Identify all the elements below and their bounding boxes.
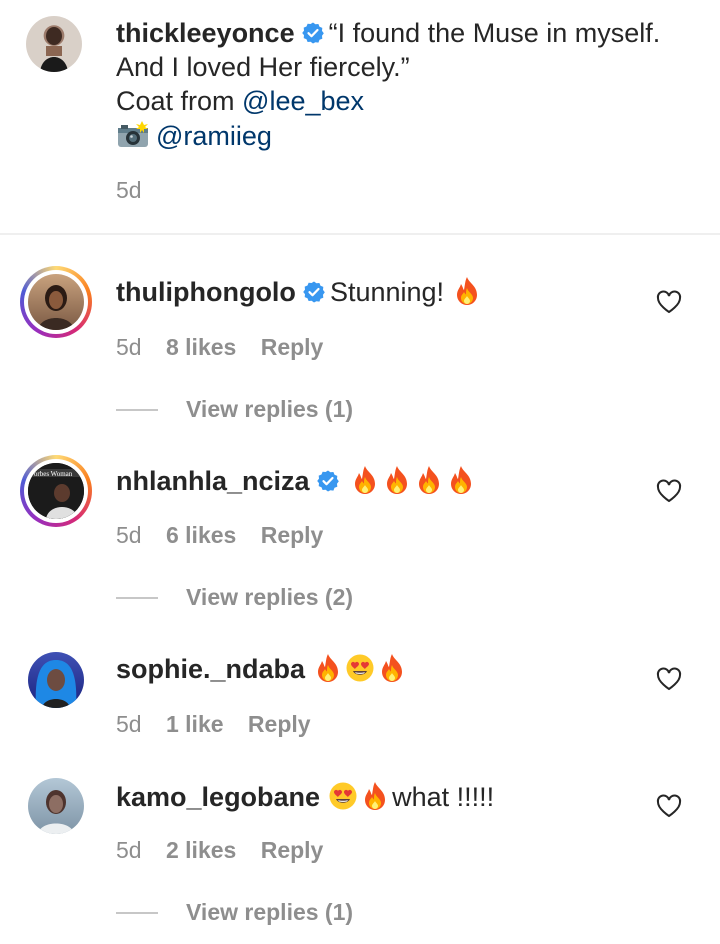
comment-time: 5d [116,334,142,360]
divider [0,233,720,235]
comment-likes[interactable]: 6 likes [166,522,236,548]
comment-text: Stunning! [329,277,452,307]
comment-likes[interactable]: 8 likes [166,334,236,360]
comment-username[interactable]: sophie._ndaba [116,654,305,684]
comment-avatar[interactable] [28,652,84,708]
comment-time: 5d [116,837,142,863]
comment-meta: 5d 2 likes Reply [116,837,323,864]
comment-likes[interactable]: 2 likes [166,837,236,863]
like-heart-icon[interactable] [656,290,682,314]
avatar-photo-icon [38,285,74,330]
comment-avatar-story-ring[interactable] [20,266,92,338]
replies-divider [116,409,158,411]
fire-emoji-icon [446,465,476,495]
caption-username[interactable]: thickleeyonce [116,18,295,48]
caption-line-3: Coat from @lee_bex [116,86,364,117]
verified-badge-icon [301,21,325,45]
fire-emoji-icon [360,781,390,811]
comment-username[interactable]: kamo_legobane [116,782,320,812]
view-replies-button[interactable]: View replies (1) [116,396,353,423]
mention-link-ramiieg[interactable]: @ramiieg [156,121,272,151]
like-heart-icon[interactable] [656,794,682,818]
replies-divider [116,912,158,914]
fire-emoji-icon [313,653,343,683]
like-heart-icon[interactable] [656,479,682,503]
view-replies-button[interactable]: View replies (2) [116,584,353,611]
reply-button[interactable]: Reply [261,334,324,360]
heart-eyes-emoji-icon [328,781,358,811]
comment-text: what !!!!! [392,782,495,812]
view-replies-label: View replies (2) [186,584,354,610]
comment-meta: 5d 8 likes Reply [116,334,323,361]
like-heart-icon[interactable] [656,667,682,691]
view-replies-label: View replies (1) [186,899,354,925]
avatar-photo-icon [35,660,77,708]
caption-text-2: And I loved Her fiercely.” [116,52,410,82]
comment-time: 5d [116,522,142,548]
comment-likes[interactable]: 1 like [166,711,224,737]
verified-badge-icon [316,469,340,493]
fire-emoji-icon [350,465,380,495]
avatar-photo-icon [40,27,68,72]
fire-emoji-icon [414,465,444,495]
comment-username[interactable]: nhlanhla_nciza [116,466,310,496]
caption-text-1: “I found the Muse in myself. [328,18,661,48]
mention-link-lee-bex[interactable]: @lee_bex [242,86,364,116]
reply-button[interactable]: Reply [261,522,324,548]
camera-flash-icon [116,121,150,149]
comment-meta: 5d 6 likes Reply [116,522,323,549]
caption-text-3: Coat from [116,86,243,116]
verified-badge-icon [302,280,326,304]
magazine-title-text: Forbes Woman [30,470,73,478]
magazine-cover-icon: Forbes Woman [28,463,84,519]
caption-line-4: @ramiieg [116,121,272,152]
comment-avatar[interactable] [28,778,84,834]
caption-time: 5d [116,177,142,203]
comment-line: thuliphongolo Stunning! [116,276,484,308]
reply-button[interactable]: Reply [248,711,311,737]
comment-username[interactable]: thuliphongolo [116,277,296,307]
comment-time: 5d [116,711,142,737]
replies-divider [116,597,158,599]
fire-emoji-icon [377,653,407,683]
comment-line: sophie._ndaba [116,653,409,685]
comment-line: kamo_legobane what !!!!! [116,781,494,813]
caption-line-1: thickleeyonce “I found the Muse in myself… [116,18,660,49]
fire-emoji-icon [452,276,482,306]
reply-button[interactable]: Reply [261,837,324,863]
fire-emoji-icon [382,465,412,495]
view-replies-button[interactable]: View replies (1) [116,899,353,926]
view-replies-label: View replies (1) [186,396,354,422]
comment-meta: 5d 1 like Reply [116,711,311,738]
comment-line: nhlanhla_nciza [116,465,478,497]
comment-avatar-story-ring[interactable]: Forbes Woman [20,455,92,527]
heart-eyes-emoji-icon [345,653,375,683]
caption-avatar[interactable] [26,16,82,72]
avatar-photo-icon [38,790,74,834]
